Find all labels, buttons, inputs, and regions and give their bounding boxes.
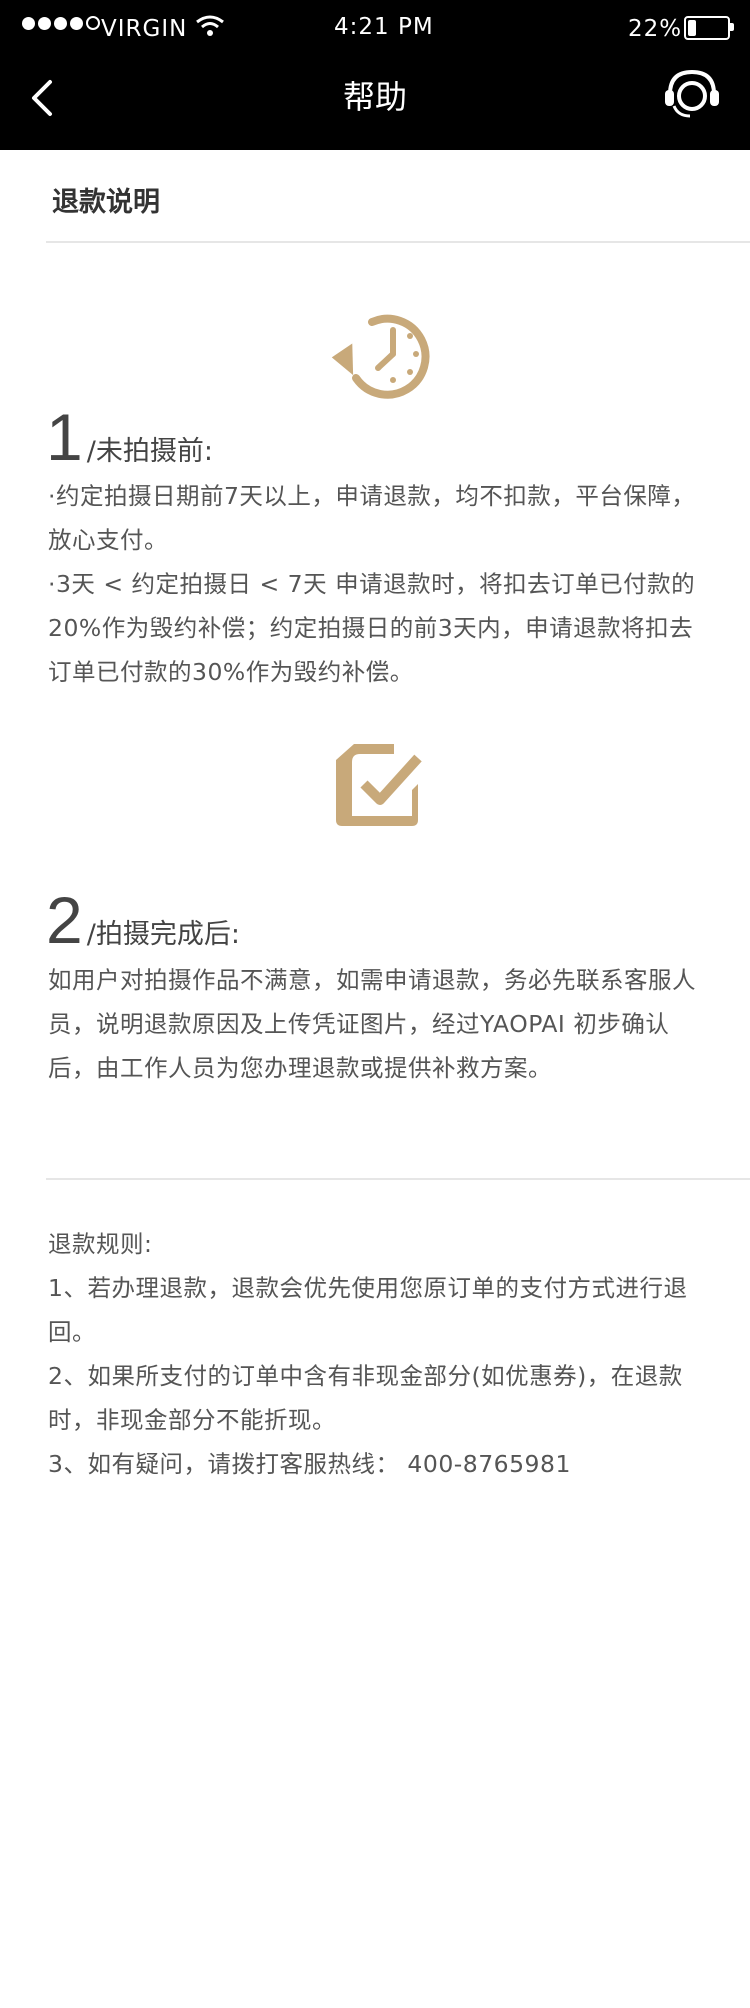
nav-bar: 帮助 [0,50,750,150]
customer-service-icon[interactable] [660,62,724,126]
section-title: 退款说明 [52,187,160,218]
clock-refund-icon [331,314,430,399]
checklist-icon [336,744,422,826]
carrier-label: VIRGIN [101,16,188,42]
step-1-label: /未拍摄前: [86,436,213,467]
step-2-label: /拍摄完成后: [86,919,240,950]
rule-item: 2、如果所支付的订单中含有非现金部分(如优惠券)，在退款时，非现金部分不能折现。 [48,1362,683,1434]
step-1-text: ·约定拍摄日期前7天以上，申请退款，均不扣款，平台保障，放心支付。 ·3天 < … [48,474,708,694]
rule-item: 1、若办理退款，退款会优先使用您原订单的支付方式进行退回。 [48,1274,688,1346]
battery-percent: 22% [628,16,683,42]
step-1-heading: 1/未拍摄前: [46,402,213,482]
status-bar: VIRGIN 4:21 PM 22% [0,10,750,50]
rules-title: 退款规则: [48,1230,153,1258]
refund-rules: 退款规则: 1、若办理退款，退款会优先使用您原订单的支付方式进行退回。 2、如果… [48,1222,708,1486]
page-title: 帮助 [342,78,407,116]
step-2-number: 2 [46,883,83,957]
step-2-paragraph: 如用户对拍摄作品不满意，如需申请退款，务必先联系客服人员，说明退款原因及上传凭证… [48,966,696,1082]
battery-tip [730,23,734,31]
step-2-heading: 2/拍摄完成后: [46,885,240,965]
signal-icon [22,16,100,30]
step-1-paragraph: ·约定拍摄日期前7天以上，申请退款，均不扣款，平台保障，放心支付。 [48,482,696,554]
step-2-text: 如用户对拍摄作品不满意，如需申请退款，务必先联系客服人员，说明退款原因及上传凭证… [48,958,708,1090]
rule-item-hotline[interactable]: 3、如有疑问，请拨打客服热线： 400-8765981 [48,1442,708,1486]
step-1-number: 1 [46,400,83,474]
top-bar: VIRGIN 4:21 PM 22% 帮助 [0,0,750,150]
divider [46,241,750,243]
wifi-icon [196,15,224,36]
status-time: 4:21 PM [334,14,434,40]
battery-icon [684,16,730,40]
divider [46,1178,750,1180]
step-1-paragraph: ·3天 < 约定拍摄日 < 7天 申请退款时，将扣去订单已付款的20%作为毁约补… [48,570,696,686]
battery-fill [688,20,696,36]
